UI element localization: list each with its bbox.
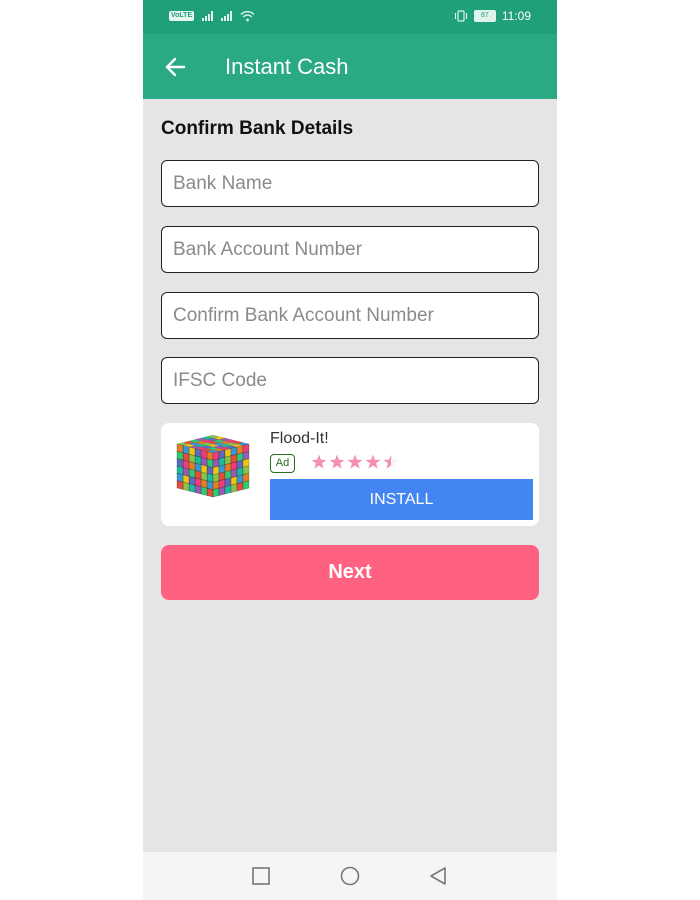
cube-cell [176, 480, 184, 490]
star-icon [383, 454, 399, 469]
ad-badge: Ad [270, 454, 295, 473]
home-button[interactable] [338, 864, 362, 888]
signal-icon-2 [221, 11, 233, 21]
status-bar: VoLTE 87 11:09 [143, 0, 557, 34]
arrow-left-icon [165, 57, 186, 77]
circle-home-icon [340, 866, 360, 886]
cube-cell [194, 484, 202, 495]
back-button[interactable] [157, 49, 193, 85]
ifsc-code-field [161, 357, 539, 404]
status-right: 87 11:09 [454, 9, 531, 23]
signal-icon [202, 11, 214, 21]
cube-cell [224, 484, 232, 495]
battery-icon: 87 [473, 10, 496, 22]
confirm-account-number-field [161, 292, 539, 339]
confirm-account-number-input[interactable] [162, 293, 538, 338]
cube-cell [236, 481, 244, 492]
account-number-input[interactable] [162, 227, 538, 272]
wifi-icon [240, 11, 255, 22]
recents-button[interactable] [249, 864, 273, 888]
clock: 11:09 [501, 9, 531, 23]
cube-cell [242, 480, 250, 490]
cube-cell [182, 481, 190, 492]
volte-badge: VoLTE [169, 11, 195, 21]
ad-rating [311, 454, 399, 470]
cube-cell [200, 486, 208, 496]
app-cube-image [176, 434, 250, 498]
bank-name-field [161, 160, 539, 207]
cube-cell [218, 486, 226, 496]
cube-cell [206, 487, 214, 498]
vibrate-icon [454, 10, 467, 22]
star-icon [311, 454, 327, 469]
cube-cell [230, 483, 238, 493]
app-bar: Instant Cash [143, 34, 557, 99]
ad-app-name: Flood-It! [270, 430, 329, 447]
ifsc-code-input[interactable] [162, 358, 538, 403]
status-left: VoLTE [169, 10, 255, 22]
navigation-bar [143, 852, 557, 900]
star-icon [365, 454, 381, 469]
section-heading: Confirm Bank Details [161, 118, 354, 139]
star-icon [329, 454, 345, 469]
page-title: Instant Cash [225, 54, 349, 79]
next-button[interactable]: Next [161, 545, 539, 600]
back-nav-button[interactable] [426, 864, 450, 888]
triangle-back-icon [430, 867, 446, 885]
cube-cell [188, 483, 196, 493]
cube-cell [212, 487, 220, 498]
account-number-field [161, 226, 539, 273]
install-button[interactable]: INSTALL [270, 479, 533, 520]
bank-name-input[interactable] [162, 161, 538, 206]
phone-screen: VoLTE 87 11:09 Instant Cash Confirm Bank… [143, 0, 557, 900]
square-recents-icon [252, 867, 270, 885]
star-icon [347, 454, 363, 469]
ad-banner[interactable]: Flood-It! Ad INSTALL [161, 423, 539, 526]
